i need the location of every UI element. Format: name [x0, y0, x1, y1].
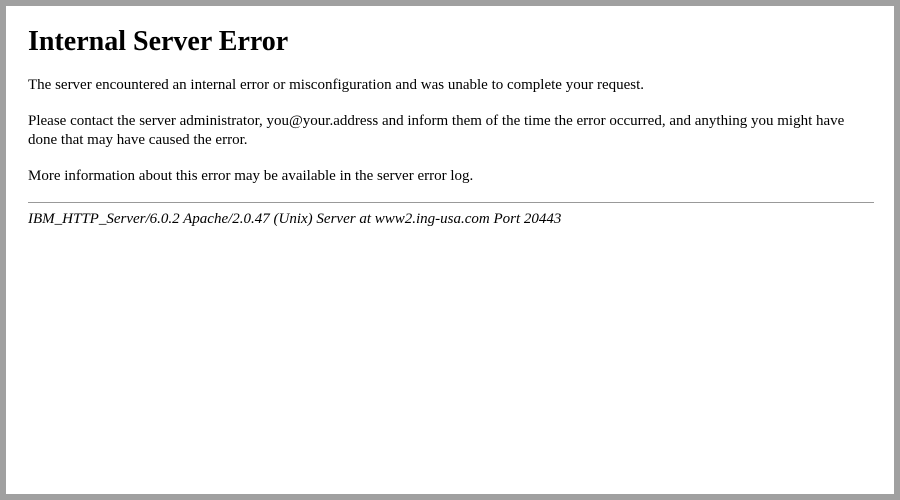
- divider: [28, 202, 874, 203]
- log-info: More information about this error may be…: [28, 167, 874, 187]
- page-title: Internal Server Error: [28, 26, 874, 58]
- error-page: Internal Server Error The server encount…: [6, 6, 894, 494]
- error-description: The server encountered an internal error…: [28, 76, 874, 96]
- server-signature: IBM_HTTP_Server/6.0.2 Apache/2.0.47 (Uni…: [28, 211, 874, 228]
- contact-instructions: Please contact the server administrator,…: [28, 112, 874, 151]
